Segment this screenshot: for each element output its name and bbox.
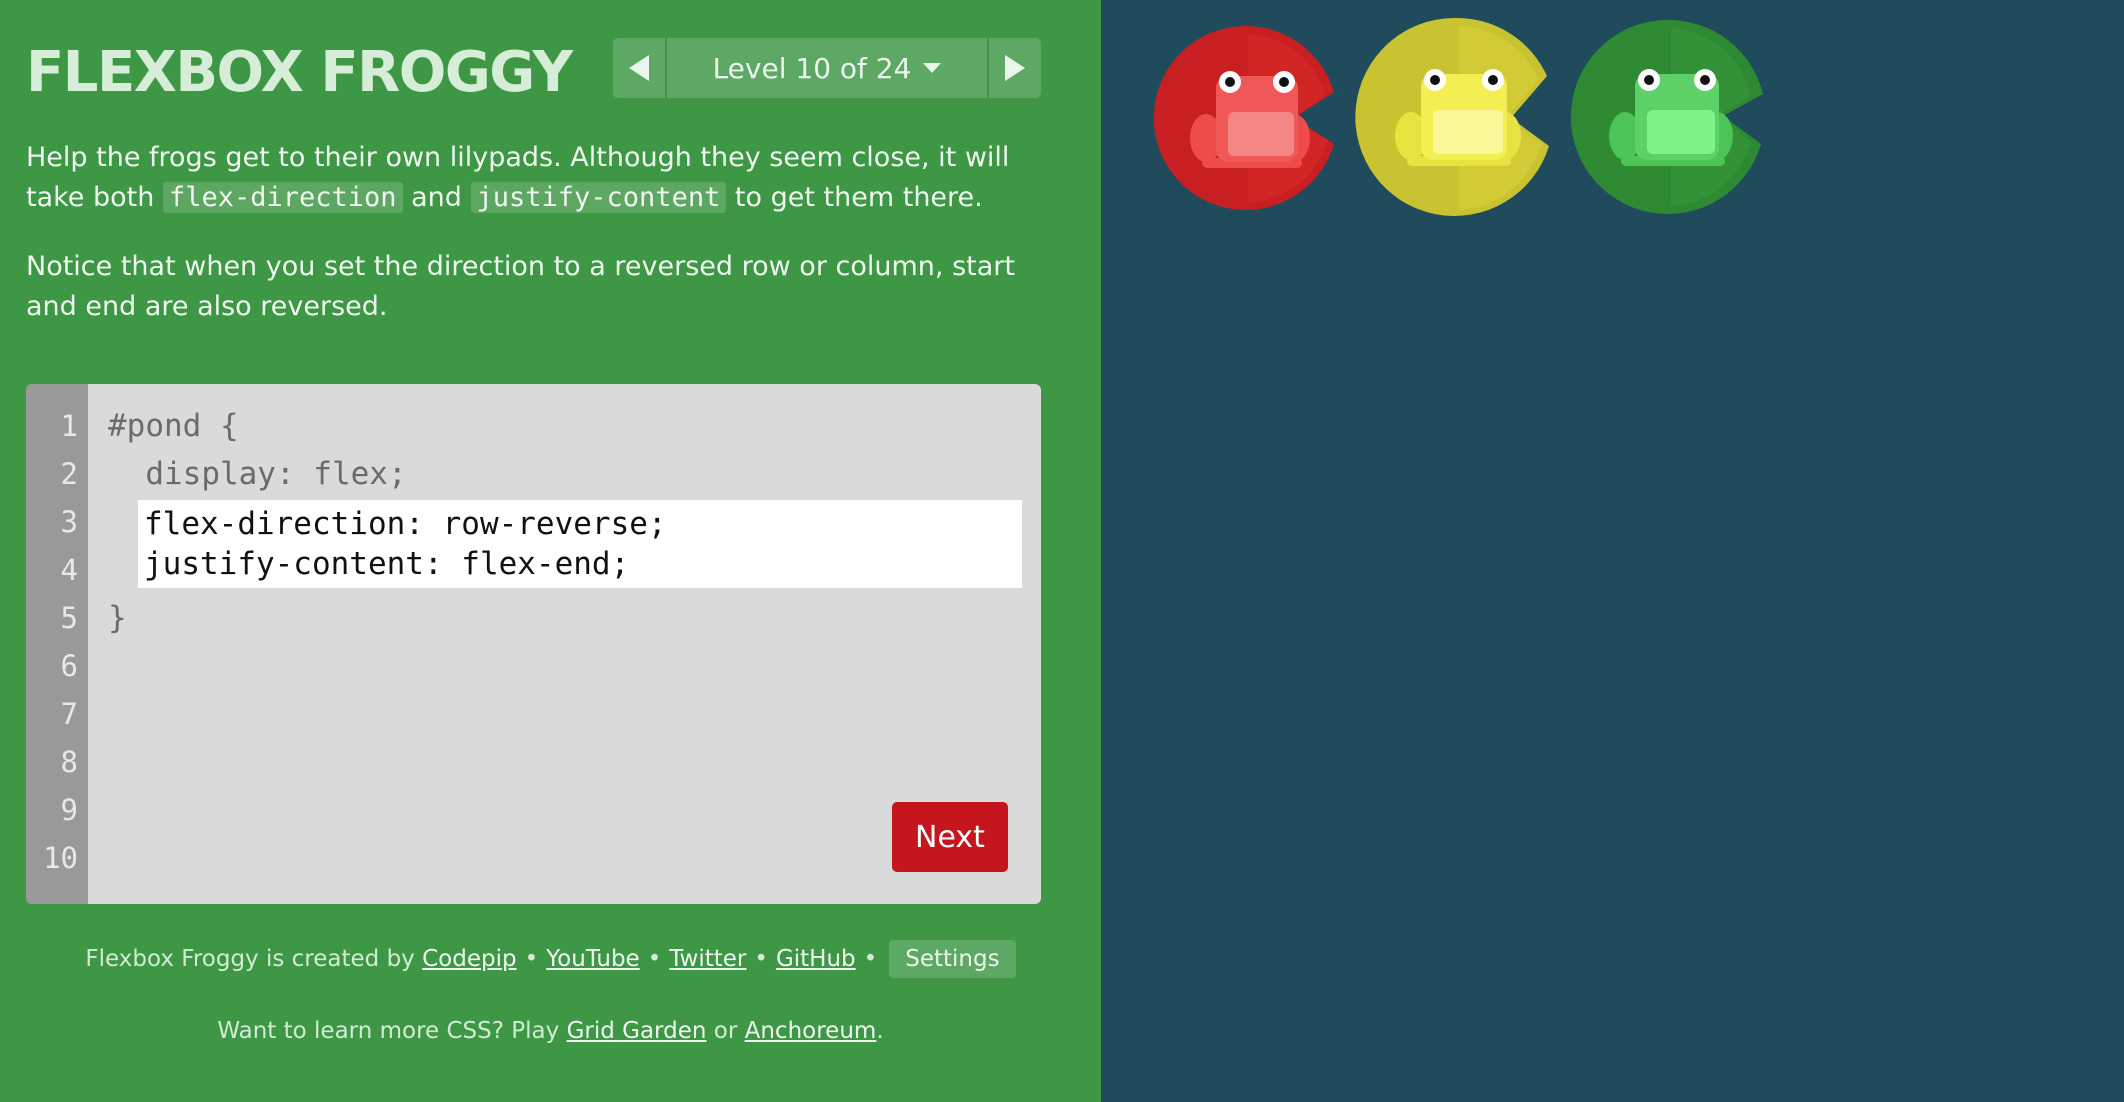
yellow-lilypad-with-frog bbox=[1355, 17, 1549, 216]
line-number: 1 bbox=[60, 409, 78, 443]
line-number: 4 bbox=[60, 553, 78, 587]
line-number: 5 bbox=[60, 601, 78, 635]
line-number: 9 bbox=[60, 793, 78, 827]
code-line-1: #pond { bbox=[108, 408, 239, 444]
level-dropdown[interactable]: Level 10 of 24 bbox=[667, 38, 987, 98]
arrow-left-icon bbox=[629, 55, 649, 81]
css-answer-input[interactable]: flex-direction: row-reverse; justify-con… bbox=[138, 500, 1022, 588]
arrow-right-icon bbox=[1005, 55, 1025, 81]
next-button[interactable]: Next bbox=[892, 802, 1008, 872]
line-number: 8 bbox=[60, 745, 78, 779]
green-lilypad-with-frog bbox=[1570, 19, 1763, 214]
link-twitter[interactable]: Twitter bbox=[669, 946, 746, 972]
period-text: . bbox=[876, 1018, 884, 1044]
code-chip-flex-direction[interactable]: flex-direction bbox=[162, 182, 403, 213]
code-line-5: } bbox=[108, 600, 127, 636]
credit-text: Flexbox Froggy is created by bbox=[85, 946, 415, 972]
level-label: Level 10 of 24 bbox=[712, 51, 912, 85]
link-grid-garden[interactable]: Grid Garden bbox=[567, 1018, 707, 1044]
or-text: or bbox=[713, 1018, 738, 1044]
line-number: 2 bbox=[60, 457, 78, 491]
footer-credits: Flexbox Froggy is created by Codepip • You… bbox=[0, 940, 1101, 978]
bullet-separator: • bbox=[863, 946, 878, 972]
line-number: 3 bbox=[60, 505, 78, 539]
instructions-text: to get them there. bbox=[726, 182, 983, 213]
previous-level-button[interactable] bbox=[613, 38, 665, 98]
link-youtube[interactable]: YouTube bbox=[546, 946, 640, 972]
code-chip-justify-content[interactable]: justify-content bbox=[470, 182, 727, 213]
line-number: 10 bbox=[43, 841, 78, 875]
level-navigation: Level 10 of 24 bbox=[613, 38, 1041, 98]
bullet-separator: • bbox=[647, 946, 662, 972]
line-number: 7 bbox=[60, 697, 78, 731]
sidebar: FLEXBOX FROGGY Level 10 of 24 Help the f… bbox=[0, 0, 1101, 1102]
link-anchoreum[interactable]: Anchoreum bbox=[745, 1018, 877, 1044]
css-editor: 1 2 3 4 5 6 7 8 9 10 #pond { display: fl… bbox=[26, 384, 1041, 904]
learn-text: Want to learn more CSS? Play bbox=[217, 1018, 560, 1044]
pond bbox=[1101, 0, 2124, 1102]
footer-learn-more: Want to learn more CSS? Play Grid Garden… bbox=[0, 1018, 1101, 1044]
caret-down-icon bbox=[923, 63, 942, 73]
page-title: FLEXBOX FROGGY bbox=[26, 40, 573, 105]
bullet-separator: • bbox=[524, 946, 539, 972]
link-github[interactable]: GitHub bbox=[776, 946, 856, 972]
code-line-2: display: flex; bbox=[108, 456, 407, 492]
instructions-text: and bbox=[402, 182, 471, 213]
bullet-separator: • bbox=[754, 946, 768, 972]
settings-button[interactable]: Settings bbox=[889, 940, 1016, 978]
red-lilypad-with-frog bbox=[1153, 25, 1334, 210]
line-number-gutter: 1 2 3 4 5 6 7 8 9 10 bbox=[26, 384, 88, 904]
instructions-paragraph-2: Notice that when you set the direction t… bbox=[26, 251, 1015, 322]
instructions-paragraph-1: Help the frogs get to their own lilypads… bbox=[26, 138, 1036, 218]
line-number: 6 bbox=[60, 649, 78, 683]
link-codepip[interactable]: Codepip bbox=[422, 946, 516, 972]
next-level-arrow-button[interactable] bbox=[989, 38, 1041, 98]
